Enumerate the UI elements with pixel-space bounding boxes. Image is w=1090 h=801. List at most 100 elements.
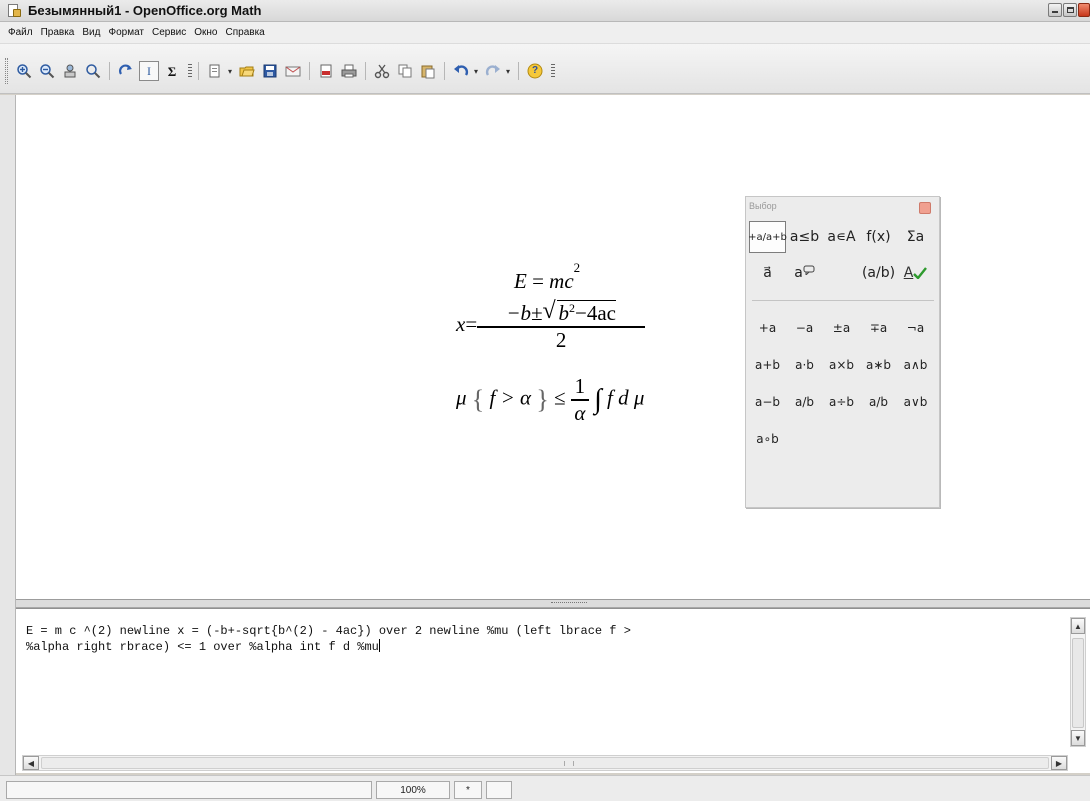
elements-palette: Выбор +a/a+b a≤b a∊A f(x) Σa a⃗ a (a/b) …	[745, 196, 940, 508]
pane-splitter[interactable]	[16, 600, 1090, 608]
status-bar: 100% *	[0, 775, 1090, 801]
palette-op-asterisk[interactable]: a∗b	[860, 358, 897, 372]
zoom-out-icon[interactable]	[37, 61, 57, 81]
palette-category-unary-binary[interactable]: +a/a+b	[748, 221, 787, 253]
open-icon[interactable]	[237, 61, 257, 81]
toolbar-separator	[518, 62, 519, 80]
window-controls	[1048, 3, 1090, 17]
zoom-level[interactable]: 100%	[376, 781, 450, 799]
redo-icon[interactable]	[483, 61, 503, 81]
modified-indicator: *	[454, 781, 482, 799]
palette-category-relations[interactable]: a≤b	[786, 229, 823, 245]
undo-dropdown-icon[interactable]: ▾	[474, 67, 480, 76]
toolbar-grip[interactable]	[5, 58, 8, 84]
menu-bar: Файл Правка Вид Формат Сервис Окно Справ…	[0, 22, 1090, 44]
text-cursor	[378, 639, 380, 652]
maximize-button[interactable]	[1063, 3, 1077, 17]
help-icon[interactable]: ?	[525, 61, 545, 81]
undo-icon[interactable]	[451, 61, 471, 81]
copy-icon[interactable]	[395, 61, 415, 81]
toolbar-separator	[309, 62, 310, 80]
zoom-100-icon[interactable]	[60, 61, 80, 81]
vertical-scroll-thumb[interactable]	[1072, 638, 1084, 728]
scroll-down-icon[interactable]: ▼	[1071, 730, 1085, 746]
palette-category-functions[interactable]: f(x)	[860, 229, 897, 245]
palette-divider	[752, 300, 934, 301]
formula-line-measure: μ { f > α } ≤ 1 α ∫ f d μ	[456, 374, 645, 425]
palette-op-times[interactable]: a×b	[823, 358, 860, 372]
palette-category-set-operations[interactable]: a∊A	[823, 229, 860, 245]
formula-line-energy: E = mc2	[514, 260, 581, 293]
toolbar-separator	[109, 62, 110, 80]
symbols-icon[interactable]: Σ	[162, 61, 182, 81]
save-icon[interactable]	[260, 61, 280, 81]
menu-help[interactable]: Справка	[222, 27, 269, 38]
palette-op-not[interactable]: ¬a	[897, 321, 934, 335]
command-line-2: %alpha right rbrace) <= 1 over %alpha in…	[26, 640, 379, 654]
palette-op-subtract[interactable]: a−b	[749, 395, 786, 409]
palette-op-divide[interactable]: a÷b	[823, 395, 860, 409]
standard-toolbar: I Σ ▾ ▾ ▾ ?	[0, 44, 1090, 94]
show-all-icon[interactable]	[83, 61, 103, 81]
command-line-1: E = m c ^(2) newline x = (-b+-sqrt{b^(2)…	[26, 624, 631, 638]
email-icon[interactable]	[283, 61, 303, 81]
toolbar-separator	[198, 62, 199, 80]
print-icon[interactable]	[339, 61, 359, 81]
palette-op-add[interactable]: a+b	[749, 358, 786, 372]
horizontal-scroll-thumb[interactable]	[41, 757, 1049, 769]
palette-op-and[interactable]: a∧b	[897, 358, 934, 372]
menu-file[interactable]: Файл	[4, 27, 37, 38]
export-pdf-icon[interactable]	[316, 61, 336, 81]
formula-line-quadratic: x= −b± √ b2−4ac 2	[456, 298, 646, 360]
palette-close-button[interactable]	[919, 202, 931, 214]
palette-op-fraction[interactable]: a/b	[786, 395, 823, 409]
menu-edit[interactable]: Правка	[37, 27, 79, 38]
palette-op-minus[interactable]: −a	[786, 321, 823, 335]
status-message-field	[6, 781, 372, 799]
palette-op-minus-plus[interactable]: ∓a	[860, 321, 897, 335]
palette-category-attributes[interactable]: a⃗	[749, 265, 786, 281]
menu-view[interactable]: Вид	[78, 27, 104, 38]
app-icon	[6, 3, 22, 19]
toolbar-overflow-icon[interactable]	[551, 64, 555, 78]
command-window: E = m c ^(2) newline x = (-b+-sqrt{b^(2)…	[16, 608, 1090, 773]
palette-category-brackets[interactable]: (a/b)	[860, 265, 897, 281]
palette-category-operators[interactable]: Σa	[897, 229, 934, 245]
palette-title: Выбор	[749, 201, 777, 211]
minimize-button[interactable]	[1048, 3, 1062, 17]
close-button[interactable]	[1078, 3, 1090, 17]
palette-op-or[interactable]: a∨b	[897, 395, 934, 409]
scroll-right-icon[interactable]: ▶	[1051, 756, 1067, 770]
palette-category-formats[interactable]: A	[897, 265, 934, 281]
palette-op-slash[interactable]: a/b	[860, 395, 897, 409]
menu-tools[interactable]: Сервис	[148, 27, 190, 38]
toolbar-overflow-icon[interactable]	[188, 64, 192, 78]
vertical-scrollbar[interactable]: ▲ ▼	[1070, 617, 1086, 747]
palette-op-plus-minus[interactable]: ±a	[823, 321, 860, 335]
redo-dropdown-icon[interactable]: ▾	[506, 67, 512, 76]
menu-format[interactable]: Формат	[104, 27, 148, 38]
window-title: Безымянный1 - OpenOffice.org Math	[28, 3, 262, 18]
paste-icon[interactable]	[418, 61, 438, 81]
new-icon[interactable]	[205, 61, 225, 81]
formula-command-input[interactable]: E = m c ^(2) newline x = (-b+-sqrt{b^(2)…	[26, 623, 1056, 655]
new-dropdown-icon[interactable]: ▾	[228, 67, 234, 76]
status-field-empty	[486, 781, 512, 799]
menu-window[interactable]: Окно	[190, 27, 221, 38]
toolbar-separator	[365, 62, 366, 80]
cut-icon[interactable]	[372, 61, 392, 81]
title-bar: Безымянный1 - OpenOffice.org Math	[0, 0, 1090, 22]
palette-op-compose[interactable]: a∘b	[749, 432, 786, 446]
toolbar-separator	[444, 62, 445, 80]
splitter-grip-icon[interactable]	[551, 602, 587, 605]
scroll-left-icon[interactable]: ◀	[23, 756, 39, 770]
refresh-icon[interactable]	[116, 61, 136, 81]
left-panel-strip	[0, 95, 16, 775]
palette-category-others[interactable]: a	[786, 265, 823, 281]
palette-op-plus[interactable]: +a	[749, 321, 786, 335]
horizontal-scrollbar[interactable]: ◀ ▶	[22, 755, 1068, 771]
zoom-in-icon[interactable]	[14, 61, 34, 81]
formula-cursor-icon[interactable]: I	[139, 61, 159, 81]
scroll-up-icon[interactable]: ▲	[1071, 618, 1085, 634]
palette-op-dot[interactable]: a·b	[786, 358, 823, 372]
